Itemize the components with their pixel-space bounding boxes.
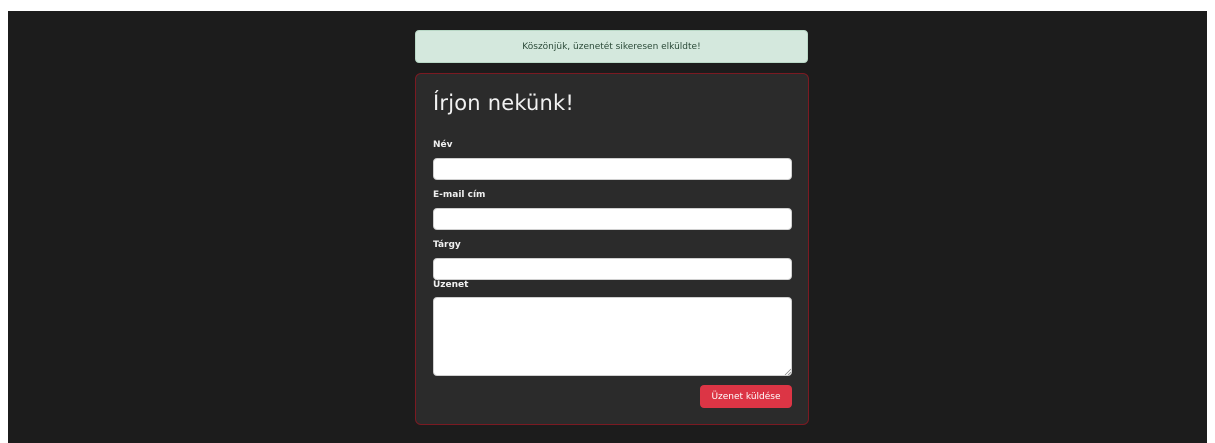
name-label: Név: [433, 140, 453, 150]
success-alert-message: Köszönjük, üzenetét sikeresen elküldte!: [522, 41, 701, 52]
success-alert: Köszönjük, üzenetét sikeresen elküldte!: [415, 30, 808, 63]
name-input[interactable]: [433, 158, 792, 180]
subject-input[interactable]: [433, 258, 792, 280]
message-label: Üzenet: [433, 280, 469, 290]
email-input[interactable]: [433, 208, 792, 230]
submit-button[interactable]: Üzenet küldése: [700, 385, 792, 408]
subject-label: Tárgy: [433, 240, 461, 250]
contact-form-card: Írjon nekünk! Név E-mail cím Tárgy Üzene…: [415, 73, 809, 425]
page-background: Köszönjük, üzenetét sikeresen elküldte! …: [8, 11, 1207, 443]
message-textarea[interactable]: [433, 297, 792, 376]
form-title: Írjon nekünk!: [433, 91, 575, 115]
email-label: E-mail cím: [433, 190, 486, 200]
